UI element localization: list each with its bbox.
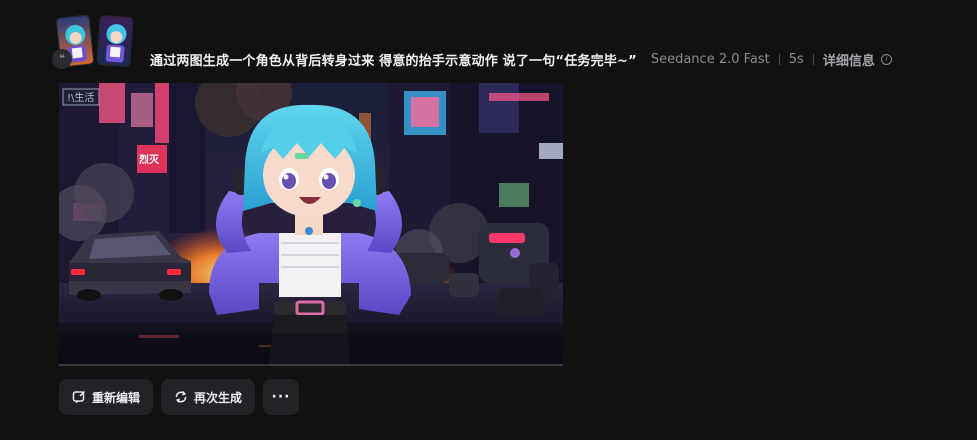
meta-separator: [812, 54, 814, 65]
generation-header: ❝: [52, 14, 136, 70]
prompt-line: 通过两图生成一个角色从背后转身过来 得意的抬手示意动作 说了一句“任务完毕~” …: [150, 50, 892, 69]
refresh-icon: [174, 390, 188, 404]
generation-card: ❝ 通过两图生成一个角色从背后转身过来 得意的抬手示意动作 说了一句“任务完毕~…: [0, 0, 977, 440]
reedit-button[interactable]: 重新编辑: [59, 379, 154, 415]
detail-info-link[interactable]: 详细信息: [823, 50, 875, 69]
duration-label: 5s: [788, 52, 804, 67]
regenerate-label: 再次生成: [194, 390, 243, 405]
sign-text: !\生活: [67, 91, 94, 104]
edit-icon: [72, 390, 86, 404]
more-icon: ···: [271, 389, 291, 405]
video-preview[interactable]: !\生活 烈灭: [59, 83, 563, 366]
info-icon[interactable]: i: [880, 54, 892, 65]
action-bar: 重新编辑 再次生成 ···: [59, 379, 300, 415]
video-frame: !\生活 烈灭: [59, 83, 563, 366]
meta-separator: [778, 54, 780, 65]
reference-thumbnail-2[interactable]: [96, 14, 134, 68]
quote-icon: ❝: [52, 49, 72, 69]
video-progress-track[interactable]: [59, 364, 563, 366]
more-button[interactable]: ···: [263, 379, 300, 415]
reedit-label: 重新编辑: [92, 390, 141, 405]
model-name: Seedance 2.0 Fast: [650, 52, 770, 67]
prompt-text[interactable]: 通过两图生成一个角色从背后转身过来 得意的抬手示意动作 说了一句“任务完毕~”: [150, 50, 637, 69]
regenerate-button[interactable]: 再次生成: [161, 379, 256, 415]
sign-text-2: 烈灭: [139, 153, 160, 166]
reference-thumbnails[interactable]: ❝: [52, 14, 136, 70]
